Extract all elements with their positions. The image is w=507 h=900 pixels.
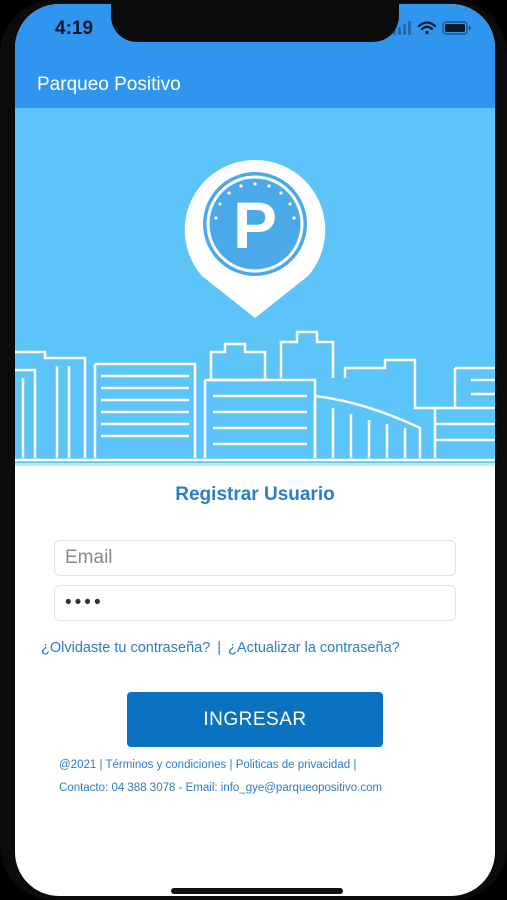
hero-illustration: P — [15, 159, 495, 466]
footer-line-2: Contacto: 04 388 3078 - Email: info_gye@… — [59, 777, 479, 800]
notch — [111, 4, 399, 42]
copyright: @2021 — [59, 759, 97, 771]
screen: 4:19 Parqueo Positivo P Registrar Usuari… — [15, 4, 495, 896]
password-links: ¿Olvidaste tu contraseña? | ¿Actualizar la… — [41, 640, 481, 656]
contact-email-label: - Email: — [178, 782, 218, 794]
update-password-link[interactable]: ¿Actualizar la contraseña? — [228, 640, 400, 656]
city-skyline — [15, 330, 495, 462]
signal-icon — [393, 21, 411, 35]
street-dashes — [15, 463, 495, 466]
logo-letter: P — [233, 188, 277, 262]
status-time: 4:19 — [55, 18, 94, 39]
terms-link[interactable]: Términos y condiciones — [105, 759, 226, 771]
phone-frame: 4:19 Parqueo Positivo P Registrar Usuari… — [0, 0, 507, 900]
form-title: Registrar Usuario — [175, 484, 335, 505]
app-title: Parqueo Positivo — [37, 74, 181, 95]
contact-label: Contacto: — [59, 782, 109, 794]
links-separator: | — [217, 640, 222, 656]
status-bar: 4:19 — [15, 4, 495, 50]
email-field[interactable] — [54, 540, 456, 576]
app-bar: Parqueo Positivo — [15, 50, 495, 108]
login-button[interactable]: INGRESAR — [127, 692, 383, 747]
contact-email[interactable]: info_gye@parqueopositivo.com — [221, 782, 382, 794]
wifi-icon — [417, 21, 437, 35]
status-icons — [393, 21, 471, 35]
battery-icon — [442, 21, 471, 35]
password-field[interactable] — [54, 585, 456, 621]
parking-pin-icon: P — [184, 159, 326, 318]
contact-phone[interactable]: 04 388 3078 — [111, 782, 175, 794]
footer-separator: | — [229, 759, 233, 771]
forgot-password-link[interactable]: ¿Olvidaste tu contraseña? — [41, 640, 210, 656]
footer: @2021 | Términos y condiciones | Politic… — [59, 754, 479, 800]
footer-separator: | — [353, 759, 357, 771]
footer-line-1: @2021 | Términos y condiciones | Politic… — [59, 754, 479, 777]
privacy-link[interactable]: Politicas de privacidad — [236, 759, 350, 771]
home-indicator[interactable] — [171, 888, 343, 894]
footer-separator: | — [99, 759, 103, 771]
hero-banner: P — [15, 108, 495, 466]
